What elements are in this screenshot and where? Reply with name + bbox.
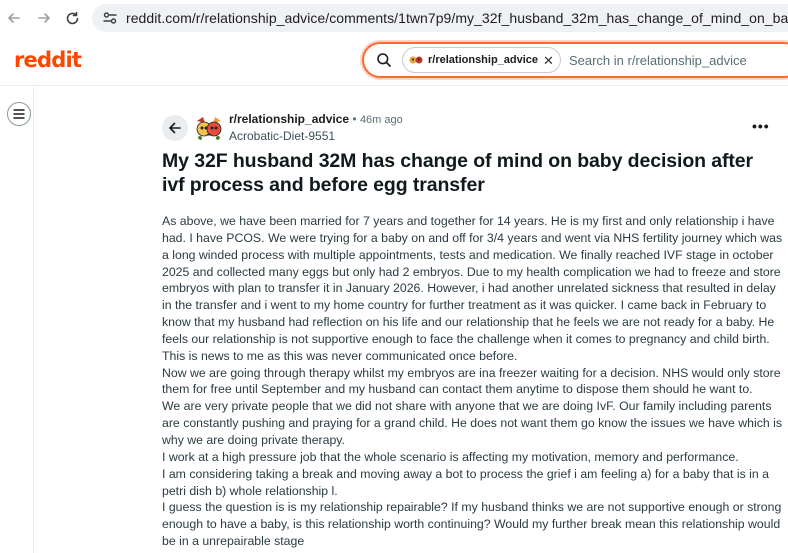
post-body: As above, we have been married for 7 yea…	[162, 213, 784, 550]
post-paragraph: As above, we have been married for 7 yea…	[162, 214, 783, 363]
chip-label: r/relationship_advice	[428, 54, 539, 66]
close-icon[interactable]: ✕	[543, 54, 554, 67]
post-paragraph: Now we are going through therapy whilst …	[162, 365, 781, 397]
address-bar[interactable]: reddit.com/r/relationship_advice/comment…	[92, 4, 788, 32]
subreddit-line: r/relationship_advice • 46m ago	[229, 112, 403, 126]
site-settings-icon[interactable]	[102, 9, 118, 27]
subreddit-name[interactable]: r/relationship_advice	[229, 112, 349, 126]
browser-toolbar: reddit.com/r/relationship_advice/comment…	[0, 0, 788, 36]
site-header: reddit r/relationship_advice ✕ Search in…	[0, 36, 788, 86]
post: r/relationship_advice • 46m ago Acrobati…	[162, 110, 782, 550]
reddit-logo[interactable]: reddit	[14, 48, 82, 72]
post-paragraph: I work at a high pressure job that the w…	[162, 449, 739, 464]
back-arrow-icon[interactable]	[4, 8, 24, 28]
more-options-icon[interactable]: •••	[752, 118, 770, 134]
back-arrow-icon	[169, 122, 181, 134]
reload-icon[interactable]	[62, 8, 82, 28]
post-paragraph: I guess the question is is my relationsh…	[162, 500, 782, 549]
subreddit-search-chip[interactable]: r/relationship_advice ✕	[402, 47, 561, 73]
back-button[interactable]	[162, 115, 188, 141]
subreddit-avatar-icon	[408, 52, 424, 68]
url-text[interactable]: reddit.com/r/relationship_advice/comment…	[126, 10, 788, 26]
meta-separator: •	[352, 112, 357, 126]
search-input[interactable]: Search in r/relationship_advice	[569, 53, 747, 68]
menu-icon[interactable]	[7, 102, 31, 126]
forward-arrow-icon[interactable]	[34, 8, 54, 28]
search-icon	[376, 52, 392, 68]
post-author[interactable]: Acrobatic-Diet-9551	[229, 129, 335, 143]
post-time: 46m ago	[359, 114, 403, 126]
post-meta: r/relationship_advice • 46m ago Acrobati…	[162, 110, 782, 146]
post-title: My 32F husband 32M has change of mind on…	[162, 150, 754, 196]
left-rail	[0, 87, 34, 553]
subreddit-avatar-icon[interactable]	[194, 113, 224, 143]
post-paragraph: I am considering taking a break and movi…	[162, 466, 769, 498]
post-paragraph: We are very private people that we did n…	[162, 399, 782, 447]
search-bar[interactable]: r/relationship_advice ✕ Search in r/rela…	[362, 42, 788, 78]
